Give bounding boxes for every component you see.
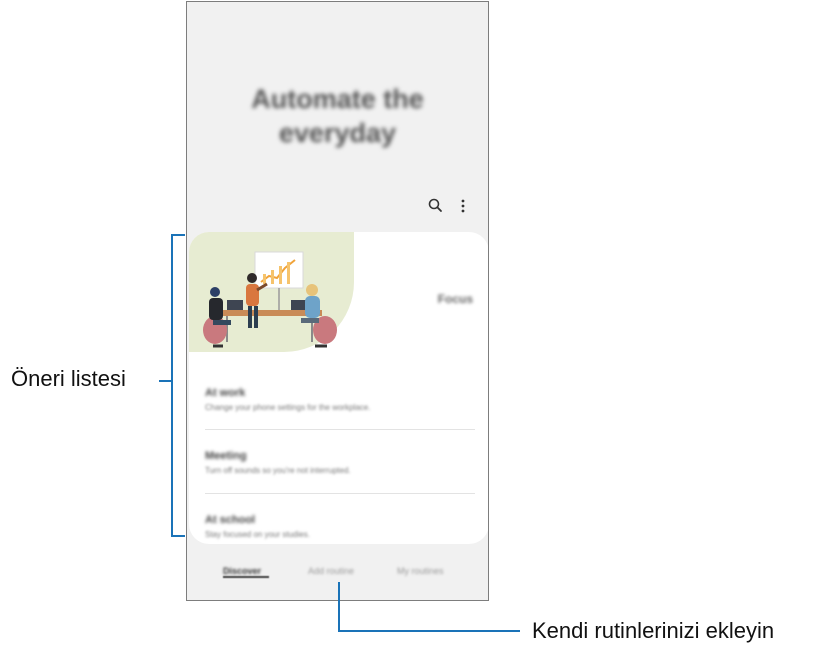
suggestion-list-callout: Öneri listesi [11,366,126,391]
add-routine-pointer [338,582,520,632]
add-routine-callout: Kendi rutinlerinizi ekleyin [532,618,775,643]
callout-lines [159,234,520,632]
bracket-line [171,234,185,537]
